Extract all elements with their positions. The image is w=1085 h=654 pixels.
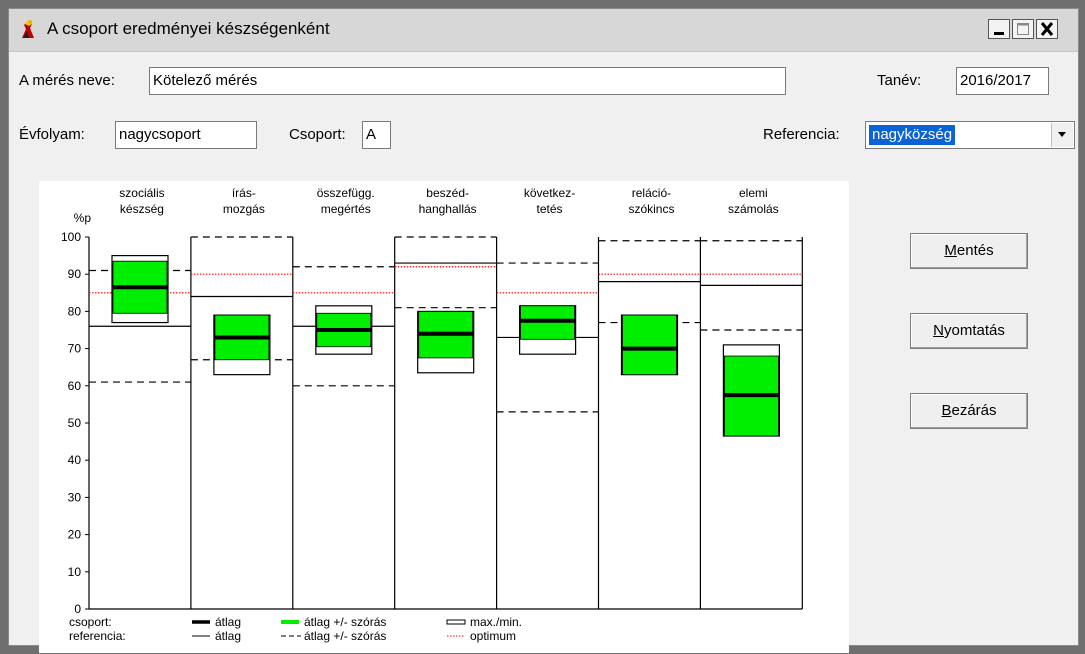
legend-group-minmax-text: max./min. [470, 615, 522, 629]
window-title: A csoport eredményei készségenként [47, 19, 330, 38]
chevron-down-icon [1058, 132, 1066, 137]
grade-label: Évfolyam: [19, 126, 85, 143]
category-label-line1: szociális [119, 186, 164, 200]
category-label-line1: írás- [232, 186, 256, 200]
chart-canvas: %p 0 10 20 30 40 50 60 70 80 90 100 szociális készség… [61, 186, 803, 643]
legend-ref-optimum-text: optimum [470, 629, 516, 643]
save-button-label: entés [956, 242, 994, 259]
y-axis-label: %p [74, 211, 92, 225]
y-tick-label: 30 [68, 490, 82, 504]
close-button[interactable]: Bezárás [910, 393, 1028, 429]
category-label-line2: mozgás [223, 202, 265, 216]
category-label-line2: megértés [321, 202, 371, 216]
y-tick-label: 0 [74, 602, 81, 616]
print-button[interactable]: Nyomtatás [910, 313, 1028, 349]
measurement-label: A mérés neve: [19, 72, 115, 89]
y-tick-label: 90 [68, 267, 82, 281]
category-label-line2: tetés [537, 202, 563, 216]
group-label: Csoport: [289, 126, 346, 143]
y-tick-label: 60 [68, 379, 82, 393]
skills-chart: %p 0 10 20 30 40 50 60 70 80 90 100 szociális készség… [39, 181, 849, 653]
reference-selected-value: nagyközség [869, 125, 956, 145]
legend-group-minmax-swatch [446, 619, 466, 625]
maximize-icon [1017, 23, 1029, 35]
category-label-line1: összefügg. [317, 186, 375, 200]
y-tick-label: 10 [68, 565, 82, 579]
category-label-line1: reláció- [632, 186, 671, 200]
y-tick-label: 100 [61, 230, 81, 244]
category-label-line2: készség [120, 202, 164, 216]
legend-reference-label: referencia: [69, 629, 126, 643]
y-tick-label: 70 [68, 342, 82, 356]
save-button-hotkey: M [944, 242, 957, 259]
school-year-field[interactable]: 2016/2017 [956, 67, 1049, 95]
legend-group-mean-text: átlag [215, 615, 241, 629]
app-figure-icon [17, 18, 39, 40]
close-icon [1040, 22, 1054, 36]
title-bar: A csoport eredményei készségenként [9, 9, 1078, 52]
category-label-line1: következ- [524, 186, 575, 200]
y-tick-label: 40 [68, 453, 82, 467]
category-label-line2: szókincs [628, 202, 674, 216]
print-button-hotkey: N [933, 322, 944, 339]
category-label-line2: számolás [728, 202, 779, 216]
y-tick-label: 80 [68, 304, 82, 318]
legend-ref-mean-text: átlag [215, 629, 241, 643]
school-year-label: Tanév: [877, 72, 922, 89]
legend-group-sd-swatch [281, 620, 299, 624]
y-tick-label: 50 [68, 416, 82, 430]
main-window: A csoport eredményei készségenként A mér… [8, 8, 1079, 653]
y-tick-label: 20 [68, 528, 82, 542]
grade-field[interactable]: nagycsoport [115, 121, 257, 149]
maximize-button[interactable] [1012, 19, 1034, 39]
category-label-line1: beszéd- [426, 186, 469, 200]
save-button[interactable]: Mentés [910, 233, 1028, 269]
dropdown-button[interactable] [1051, 123, 1073, 147]
legend-group-label: csoport: [69, 615, 112, 629]
minimize-button[interactable] [988, 19, 1010, 39]
category-label-line1: elemi [739, 186, 768, 200]
close-window-button[interactable] [1036, 19, 1058, 39]
print-button-label: yomtatás [943, 322, 1005, 339]
reference-label: Referencia: [763, 126, 840, 143]
minimize-icon [994, 32, 1004, 35]
close-button-label: ezárás [951, 402, 997, 419]
category-label-line2: hanghallás [419, 202, 477, 216]
legend-group-sd-text: átlag +/- szórás [304, 615, 386, 629]
group-sd-band [622, 314, 677, 376]
close-button-hotkey: B [941, 402, 952, 419]
group-field[interactable]: A [362, 121, 391, 149]
reference-select[interactable]: nagyközség [865, 121, 1075, 149]
measurement-field[interactable]: Kötelező mérés [149, 67, 786, 95]
legend-ref-sd-text: átlag +/- szórás [304, 629, 386, 643]
